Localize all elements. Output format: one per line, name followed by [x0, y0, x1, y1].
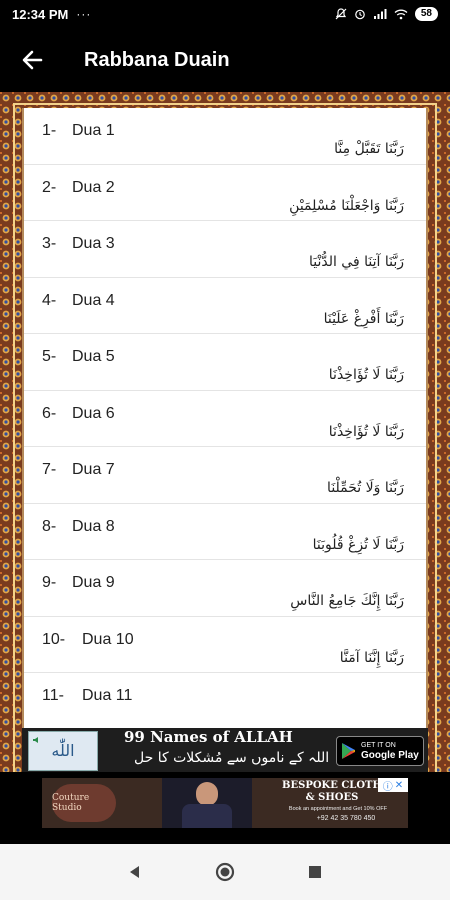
ad-subline: اللہ کے ناموں سے مُشکلات کا حل — [134, 750, 330, 766]
alarm-icon — [355, 9, 365, 20]
battery-indicator: 58 — [414, 7, 438, 21]
play-store-icon — [342, 743, 355, 759]
item-number: 11- — [42, 687, 64, 704]
item-label: Dua 7 — [72, 461, 115, 478]
item-number: 5- — [42, 348, 57, 365]
item-label: Dua 11 — [82, 687, 133, 704]
item-number: 10- — [42, 630, 66, 648]
ad-headline: 99 Names of ALLAH — [124, 728, 293, 746]
status-bar: 12:34 PM ··· 58 — [0, 0, 450, 28]
item-number: 2- — [42, 178, 57, 196]
item-label: Dua 4 — [72, 291, 115, 309]
list-item[interactable]: 3- Dua 3 رَبَّنَا آتِنَا فِي الدُّنْيَا — [24, 221, 426, 278]
gp-text: GET IT ON Google Play — [361, 742, 419, 761]
ad-title-line1: BESPOKE CLOTH — [282, 780, 382, 791]
ad-choices[interactable]: ⓘ ✕ — [378, 778, 408, 793]
list-item[interactable]: 6- Dua 6 رَبَّنَا لَا تُؤَاخِذْنَا — [24, 391, 426, 447]
google-play-badge[interactable]: GET IT ON Google Play — [336, 736, 424, 766]
ad-offer: Book an appointment and Get 10% OFF — [288, 806, 388, 812]
item-number: 6- — [42, 404, 57, 422]
arrow-left-icon — [22, 50, 43, 70]
allah-calligraphy-logo: اللّٰه — [28, 731, 98, 771]
status-time: 12:34 PM — [12, 6, 69, 22]
model-image — [162, 778, 252, 828]
list-item[interactable]: 4- Dua 4 رَبَّنَا أَفْرِغْ عَلَيْنَا — [24, 278, 426, 334]
info-icon: ⓘ — [382, 781, 393, 793]
ad-phone: +92 42 35 780 450 — [316, 815, 376, 822]
item-number: 1- — [42, 122, 57, 139]
status-icons: 58 — [335, 7, 438, 21]
item-label: Dua 3 — [72, 235, 115, 252]
list-item[interactable]: 1- Dua 1 رَبَّنَا تَقَبَّلْ مِنَّا — [24, 108, 426, 165]
item-arabic: رَبَّنَا لَا تُؤَاخِذْنَا — [328, 367, 404, 383]
item-label: Dua 6 — [72, 404, 115, 422]
gp-big-text: Google Play — [361, 749, 419, 761]
nav-recents-button[interactable] — [295, 852, 335, 892]
model-suit — [182, 804, 232, 828]
item-label: Dua 9 — [72, 574, 115, 591]
gp-small-text: GET IT ON — [361, 741, 396, 749]
nav-home-button[interactable] — [205, 852, 245, 892]
item-number: 4- — [42, 291, 57, 309]
list-item[interactable]: 11- Dua 11 — [24, 673, 426, 730]
triangle-back-icon — [130, 866, 139, 878]
dua-list: 1- Dua 1 رَبَّنَا تَقَبَّلْ مِنَّا 2- Du… — [22, 108, 428, 772]
item-arabic: رَبَّنَا وَلَا تُحَمِّلْنَا — [327, 480, 404, 496]
item-arabic: رَبَّنَا أَفْرِغْ عَلَيْنَا — [323, 310, 404, 327]
notification-dots: ··· — [76, 7, 92, 21]
decorative-frame: 1- Dua 1 رَبَّنَا تَقَبَّلْ مِنَّا 2- Du… — [0, 92, 450, 772]
list-item[interactable]: 5- Dua 5 رَبَّنَا لَا تُؤَاخِذْنَا — [24, 334, 426, 391]
system-nav-bar — [0, 844, 450, 900]
item-label: Dua 10 — [82, 630, 134, 648]
speaker-icon — [33, 737, 38, 743]
calligraphy-glyph: اللّٰه — [51, 743, 75, 760]
page-title: Rabbana Duain — [84, 48, 230, 71]
item-arabic: رَبَّنَا وَاجْعَلْنَا مُسْلِمَيْنِ — [289, 197, 404, 214]
signal-icon — [373, 9, 387, 19]
model-head — [196, 782, 218, 806]
item-arabic: رَبَّنَا تَقَبَّلْ مِنَّا — [334, 141, 404, 157]
item-number: 8- — [42, 517, 57, 535]
nav-back-button[interactable] — [115, 852, 155, 892]
list-item[interactable]: 9- Dua 9 رَبَّنَا إِنَّكَ جَامِعُ النَّا… — [24, 560, 426, 617]
app-bar: Rabbana Duain — [0, 28, 450, 92]
ad-title: BESPOKE CLOTH & SHOES — [272, 780, 392, 804]
mute-bell-icon — [335, 8, 347, 20]
item-arabic: رَبَّنَا لَا تُزِغْ قُلُوبَنَا — [312, 536, 404, 553]
item-arabic: رَبَّنَا إِنَّكَ جَامِعُ النَّاسِ — [290, 593, 404, 609]
list-item[interactable]: 8- Dua 8 رَبَّنَا لَا تُزِغْ قُلُوبَنَا — [24, 504, 426, 560]
item-label: Dua 8 — [72, 517, 115, 535]
list-item[interactable]: 2- Dua 2 رَبَّنَا وَاجْعَلْنَا مُسْلِمَي… — [24, 165, 426, 221]
ad-banner-bespoke[interactable]: Couture Studio BESPOKE CLOTH & SHOES Boo… — [42, 778, 408, 828]
bottom-ad-container: Couture Studio BESPOKE CLOTH & SHOES Boo… — [0, 772, 450, 844]
item-arabic: رَبَّنَا لَا تُؤَاخِذْنَا — [328, 423, 404, 440]
circle-home-icon — [215, 862, 235, 882]
back-button[interactable] — [0, 28, 64, 92]
wifi-icon — [394, 9, 408, 20]
ad-banner-99-names[interactable]: اللّٰه 99 Names of ALLAH اللہ کے ناموں س… — [22, 728, 428, 774]
item-number: 3- — [42, 235, 57, 252]
item-label: Dua 5 — [72, 348, 115, 365]
brand-logo: Couture Studio — [52, 784, 116, 822]
ad-title-line2: & SHOES — [305, 792, 359, 803]
list-item[interactable]: 7- Dua 7 رَبَّنَا وَلَا تُحَمِّلْنَا — [24, 447, 426, 504]
item-label: Dua 2 — [72, 178, 115, 196]
item-number: 9- — [42, 574, 57, 591]
item-label: Dua 1 — [72, 122, 115, 139]
item-arabic: رَبَّنَا آتِنَا فِي الدُّنْيَا — [308, 254, 404, 270]
square-recents-icon — [309, 866, 321, 878]
close-icon: ✕ — [394, 779, 404, 791]
list-item[interactable]: 10- Dua 10 رَبَّنَا إِنَّنَا آمَنَّا — [24, 617, 426, 673]
item-number: 7- — [42, 461, 57, 478]
item-arabic: رَبَّنَا إِنَّنَا آمَنَّا — [339, 649, 404, 666]
